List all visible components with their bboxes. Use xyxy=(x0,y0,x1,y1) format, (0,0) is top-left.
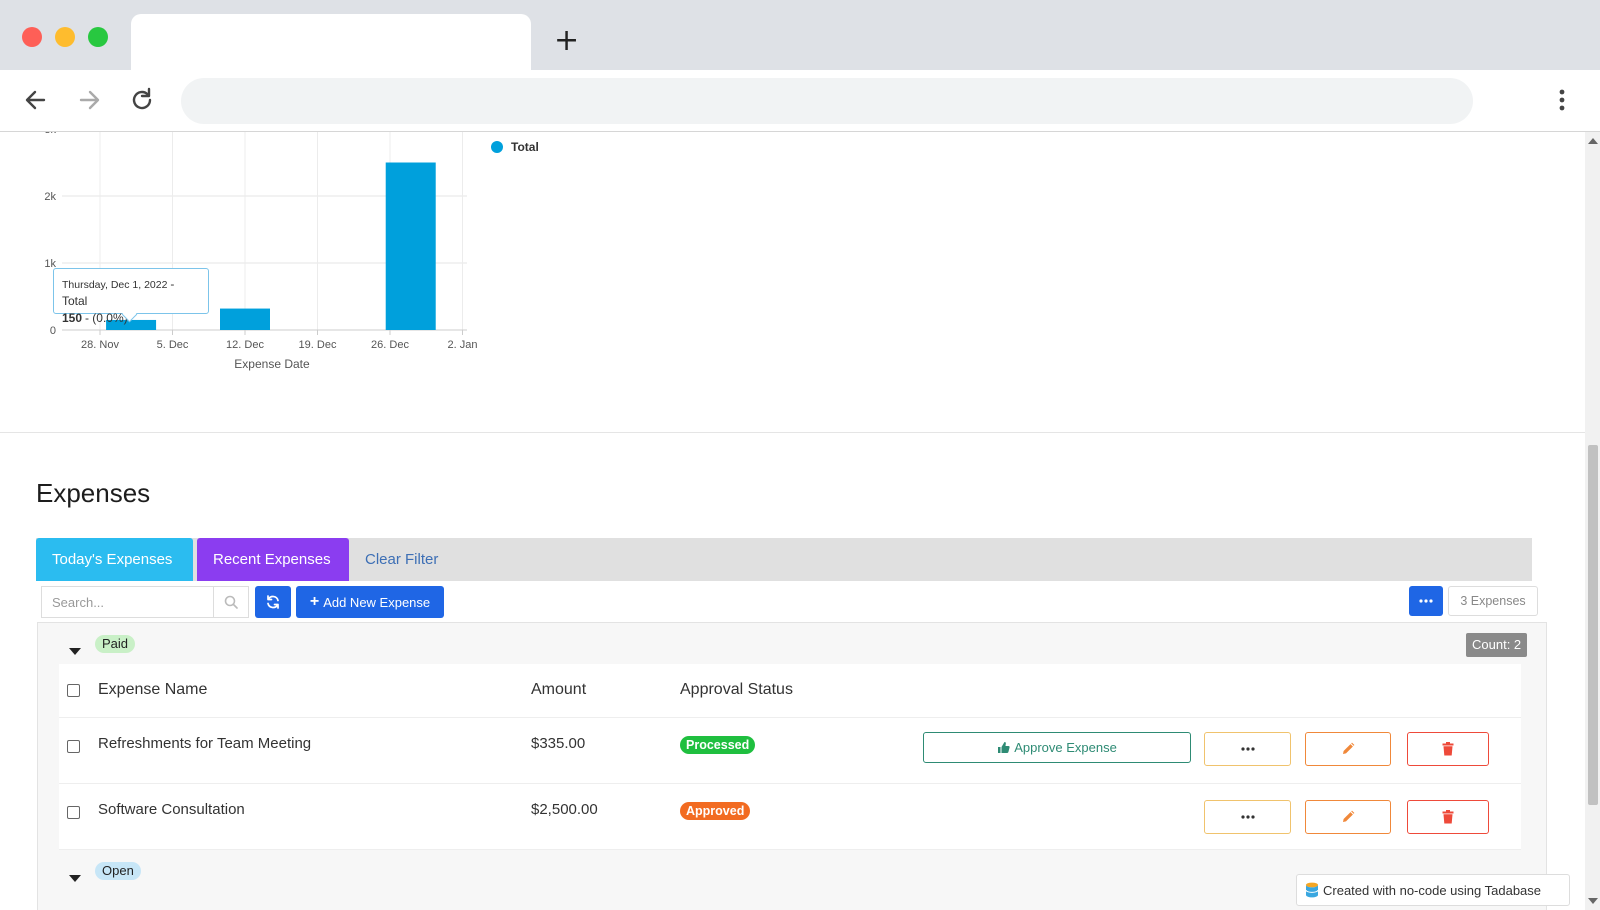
collapse-group-open-icon[interactable] xyxy=(69,875,81,882)
scroll-up-arrow-icon[interactable] xyxy=(1588,138,1598,144)
row-checkbox[interactable] xyxy=(67,806,80,819)
amount-cell: $2,500.00 xyxy=(531,801,598,818)
tooltip-date: Thursday, Dec 1, 2022 xyxy=(62,279,168,291)
group-label-open: Open xyxy=(95,862,141,880)
approve-expense-button[interactable]: Approve Expense xyxy=(923,732,1191,763)
expense-chart: 01k2k3k28. Nov5. Dec12. Dec19. Dec26. De… xyxy=(0,132,1585,442)
clear-filter-link[interactable]: Clear Filter xyxy=(349,538,454,581)
table-row: Software Consultation $2,500.00 Approved xyxy=(59,784,1521,850)
x-tick-label: 12. Dec xyxy=(226,339,264,351)
x-tick-label: 26. Dec xyxy=(371,339,409,351)
back-arrow-icon[interactable] xyxy=(22,86,50,114)
group-count-paid: Count: 2 xyxy=(1466,633,1528,657)
add-new-expense-label: Add New Expense xyxy=(323,594,431,610)
row-more-button[interactable] xyxy=(1204,732,1291,766)
trash-icon xyxy=(1442,742,1454,756)
select-all-checkbox[interactable] xyxy=(67,684,80,697)
thumbs-up-icon xyxy=(998,742,1010,753)
table-header-row: Expense Name Amount Approval Status xyxy=(59,664,1521,718)
maximize-window-button[interactable] xyxy=(88,27,108,47)
add-new-expense-button[interactable]: + Add New Expense xyxy=(296,586,444,618)
legend-marker xyxy=(491,141,503,153)
search-input[interactable] xyxy=(42,587,214,617)
column-header-expense-name[interactable]: Expense Name xyxy=(98,681,207,699)
forward-arrow-icon[interactable] xyxy=(75,86,103,114)
chart-legend[interactable]: Total xyxy=(491,140,539,154)
table-row: Refreshments for Team Meeting $335.00 Pr… xyxy=(59,718,1521,784)
trash-icon xyxy=(1442,810,1454,824)
page-title: Expenses xyxy=(36,478,151,508)
chart-bar xyxy=(385,162,436,330)
delete-button[interactable] xyxy=(1407,732,1489,766)
table-options-button[interactable] xyxy=(1409,586,1443,616)
expenses-table: Expense Name Amount Approval Status Refr… xyxy=(59,664,1521,850)
amount-cell: $335.00 xyxy=(531,735,586,752)
status-badge: Approved xyxy=(680,802,751,820)
browser-tab-active[interactable] xyxy=(131,14,531,70)
new-tab-button[interactable]: + xyxy=(554,26,579,56)
edit-button[interactable] xyxy=(1305,800,1391,834)
page-scrollbar[interactable] xyxy=(1585,132,1600,910)
browser-tab-strip: + xyxy=(0,0,1600,70)
grouped-table-panel: Paid Count: 2 Expense Name Amount Approv… xyxy=(37,622,1547,910)
browser-menu-icon[interactable] xyxy=(1556,86,1568,114)
ellipsis-icon xyxy=(1240,815,1255,819)
close-window-button[interactable] xyxy=(22,27,42,47)
expense-name-cell: Software Consultation xyxy=(98,801,245,818)
browser-window: + 01k2k3k28. Nov5. Dec12. Dec19. Dec26. … xyxy=(0,0,1600,910)
edit-button[interactable] xyxy=(1305,732,1391,766)
tooltip-value: 150 xyxy=(62,311,83,325)
scroll-down-arrow-icon[interactable] xyxy=(1588,898,1598,904)
tab-recent-expenses[interactable]: Recent Expenses xyxy=(197,538,349,581)
tadabase-credit-badge[interactable]: Created with no-code using Tadabase xyxy=(1296,874,1570,906)
expense-name-cell: Refreshments for Team Meeting xyxy=(98,735,312,752)
database-icon xyxy=(1305,882,1319,898)
group-label-paid: Paid xyxy=(95,635,136,653)
refresh-icon xyxy=(267,595,279,609)
scrollbar-thumb[interactable] xyxy=(1588,445,1598,805)
record-count: 3 Expenses xyxy=(1448,586,1538,616)
y-tick-label: 0 xyxy=(50,325,56,337)
x-tick-label: 5. Dec xyxy=(157,339,189,351)
delete-button[interactable] xyxy=(1407,800,1489,834)
ellipsis-icon xyxy=(1419,599,1433,603)
y-tick-label: 2k xyxy=(44,191,56,203)
page-viewport: 01k2k3k28. Nov5. Dec12. Dec19. Dec26. De… xyxy=(0,132,1585,910)
search-icon[interactable] xyxy=(214,587,248,617)
x-tick-label: 28. Nov xyxy=(81,339,119,351)
reload-icon[interactable] xyxy=(128,86,156,114)
credit-label: Created with no-code using Tadabase xyxy=(1323,882,1542,898)
collapse-group-paid-icon[interactable] xyxy=(69,648,81,655)
minimize-window-button[interactable] xyxy=(55,27,75,47)
chart-bar xyxy=(220,308,270,330)
y-tick-label: 3k xyxy=(44,132,56,136)
tab-todays-expenses[interactable]: Today's Expenses xyxy=(36,538,193,581)
chart-tooltip: Thursday, Dec 1, 2022 - Total 150 - (0.0… xyxy=(53,268,209,325)
x-tick-label: 2. Jan xyxy=(448,339,478,351)
browser-toolbar xyxy=(0,70,1600,132)
column-header-amount[interactable]: Amount xyxy=(531,681,586,699)
filter-tab-bar: Today's Expenses Recent Expenses Clear F… xyxy=(36,538,1532,581)
approve-expense-label: Approve Expense xyxy=(1014,740,1117,755)
plus-icon: + xyxy=(309,593,320,610)
legend-label: Total xyxy=(511,140,539,154)
status-badge: Processed xyxy=(680,736,756,754)
row-checkbox[interactable] xyxy=(67,740,80,753)
tooltip-percent: - (0.0%) xyxy=(84,311,128,325)
x-tick-label: 19. Dec xyxy=(299,339,337,351)
search-box xyxy=(41,586,249,618)
column-header-approval-status[interactable]: Approval Status xyxy=(680,681,793,699)
ellipsis-icon xyxy=(1240,747,1255,751)
x-axis-title: Expense Date xyxy=(234,357,310,371)
address-bar[interactable] xyxy=(181,78,1473,124)
chart-svg: 01k2k3k28. Nov5. Dec12. Dec19. Dec26. De… xyxy=(44,132,478,371)
pencil-icon xyxy=(1343,810,1355,822)
refresh-button[interactable] xyxy=(255,586,291,618)
pencil-icon xyxy=(1343,742,1355,754)
row-more-button[interactable] xyxy=(1204,800,1291,834)
